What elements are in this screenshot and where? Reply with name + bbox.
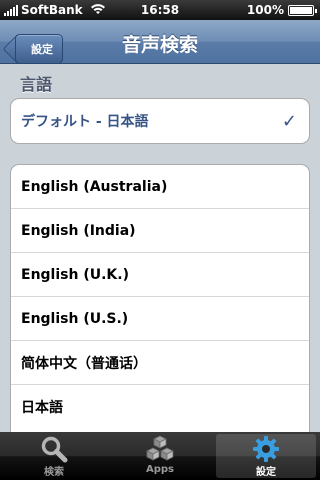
navigation-bar: 設定 音声検索 — [0, 20, 320, 64]
settings-content[interactable]: 言語 デフォルト - 日本語 ✓ English (Australia) Eng… — [0, 64, 320, 432]
selected-language-label: デフォルト - 日本語 — [21, 114, 149, 130]
tab-search-label: 検索 — [44, 467, 64, 478]
tab-bar: 検索 Apps 設定 — [0, 432, 320, 480]
section-header-language: 言語 — [20, 75, 53, 94]
tab-settings-label: 設定 — [256, 467, 276, 478]
battery-icon — [288, 5, 317, 16]
language-item-english-us[interactable]: English (U.S.) — [11, 297, 309, 341]
back-button[interactable]: 設定 — [15, 34, 63, 64]
gear-icon — [253, 435, 279, 462]
tab-apps-label: Apps — [145, 464, 174, 475]
apps-cubes-icon — [146, 435, 174, 461]
status-bar: SoftBank 16:58 100% — [0, 0, 320, 20]
checkmark-icon: ✓ — [281, 110, 297, 132]
selected-language-cell[interactable]: デフォルト - 日本語 ✓ — [11, 99, 309, 143]
tab-apps[interactable]: Apps — [110, 434, 210, 478]
search-icon — [41, 436, 68, 462]
selected-language-group: デフォルト - 日本語 ✓ — [10, 98, 310, 144]
language-item-english-australia[interactable]: English (Australia) — [11, 165, 309, 209]
language-item-english-india[interactable]: English (India) — [11, 209, 309, 253]
language-item-japanese[interactable]: 日本語 — [11, 385, 309, 429]
tab-settings[interactable]: 設定 — [216, 434, 316, 478]
language-list: English (Australia) English (India) Engl… — [10, 164, 310, 432]
battery-percentage: 100% — [246, 3, 284, 17]
language-item-english-uk[interactable]: English (U.K.) — [11, 253, 309, 297]
tab-search[interactable]: 検索 — [4, 434, 104, 478]
language-item-chinese-mandarin[interactable]: 简体中文（普通话） — [11, 341, 309, 385]
